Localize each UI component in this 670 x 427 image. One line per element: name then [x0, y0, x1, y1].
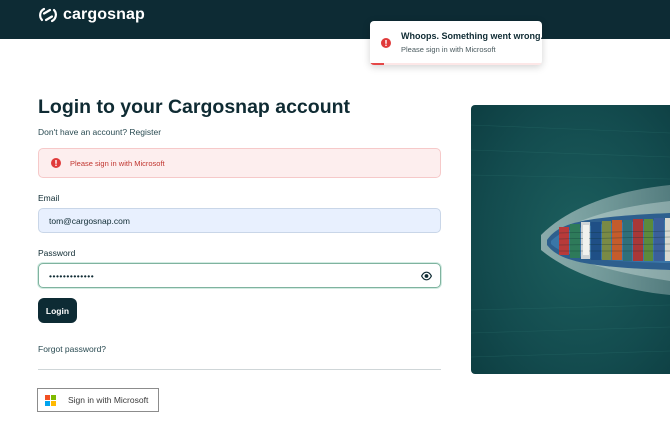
microsoft-button-label: Sign in with Microsoft [68, 395, 149, 405]
eye-icon[interactable] [421, 271, 432, 281]
aerial-container-ship-image [471, 105, 670, 374]
microsoft-logo-icon [45, 394, 56, 406]
error-toast[interactable]: Whoops. Something went wrong. Please sig… [370, 21, 542, 65]
password-value: ••••••••••••• [49, 271, 95, 281]
email-label: Email [38, 193, 60, 203]
toast-progress-fill [370, 63, 384, 65]
brand-name: cargosnap [63, 6, 145, 23]
toast-message: Please sign in with Microsoft [401, 45, 496, 54]
error-alert: Please sign in with Microsoft [38, 148, 441, 178]
alert-text: Please sign in with Microsoft [70, 159, 165, 168]
top-navigation-bar: cargosnap [0, 0, 670, 39]
email-field[interactable] [38, 208, 441, 233]
sign-in-with-microsoft-button[interactable]: Sign in with Microsoft [37, 388, 159, 412]
password-field[interactable]: ••••••••••••• [38, 263, 441, 288]
toast-progress-track [370, 63, 542, 65]
forgot-password-link[interactable]: Forgot password? [38, 344, 106, 354]
error-circle-icon [51, 158, 61, 168]
brand-logo[interactable]: cargosnap [38, 5, 145, 25]
divider [38, 369, 441, 370]
register-link[interactable]: Don't have an account? Register [38, 127, 161, 137]
password-label: Password [38, 248, 76, 258]
error-circle-icon [381, 38, 391, 48]
toast-title: Whoops. Something went wrong. [401, 31, 542, 41]
cargosnap-logo-icon [39, 7, 57, 23]
login-button[interactable]: Login [38, 298, 77, 323]
page-title: Login to your Cargosnap account [38, 96, 351, 118]
